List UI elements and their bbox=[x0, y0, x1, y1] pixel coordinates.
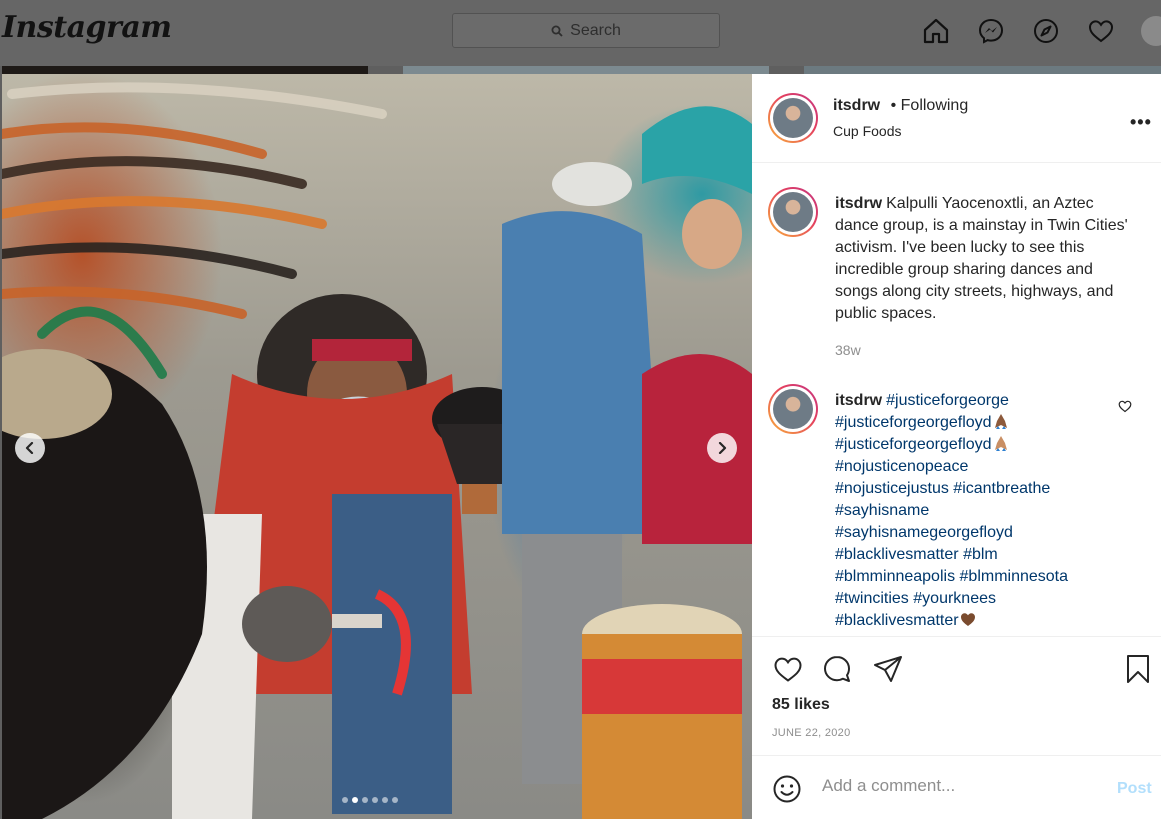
explore-icon[interactable] bbox=[1031, 16, 1061, 46]
carousel-dots bbox=[342, 797, 398, 803]
post-detail-panel: itsdrw • Following Cup Foods ••• itsdrw K… bbox=[752, 74, 1161, 819]
post-date[interactable]: JUNE 22, 2020 bbox=[772, 727, 851, 739]
profile-avatar[interactable] bbox=[1141, 16, 1161, 46]
carousel-dot bbox=[392, 797, 398, 803]
messenger-icon[interactable] bbox=[976, 16, 1006, 46]
caption-username[interactable]: itsdrw bbox=[835, 195, 882, 212]
hashtag[interactable]: #yourknees bbox=[913, 590, 996, 607]
top-nav-bar: Instagram Search bbox=[0, 0, 1161, 66]
hashtag[interactable]: #justiceforgeorge bbox=[886, 392, 1009, 409]
instagram-logo[interactable]: Instagram bbox=[2, 10, 172, 45]
author-username[interactable]: itsdrw bbox=[833, 97, 880, 114]
add-comment-bar: Post bbox=[752, 755, 1161, 819]
chevron-left-icon bbox=[25, 442, 34, 454]
caption-body: Kalpulli Yaocenoxtli, an Aztec dance gro… bbox=[835, 195, 1128, 322]
caption-time[interactable]: 38w bbox=[835, 342, 861, 358]
comment-avatar[interactable] bbox=[768, 384, 818, 434]
hashtag[interactable]: #blm bbox=[963, 546, 998, 563]
search-icon bbox=[551, 25, 563, 37]
folded-hands-emoji-icon bbox=[994, 414, 1007, 429]
hashtag[interactable]: #blacklivesmatter bbox=[835, 546, 959, 563]
more-options-button[interactable]: ••• bbox=[1130, 112, 1152, 133]
comment-input[interactable] bbox=[822, 776, 1102, 796]
save-bookmark-icon[interactable] bbox=[1122, 653, 1154, 685]
hashtag[interactable]: #nojusticejustus bbox=[835, 480, 949, 497]
photo-illustration bbox=[2, 82, 752, 819]
post-photo[interactable] bbox=[2, 74, 752, 819]
caption-text: itsdrw Kalpulli Yaocenoxtli, an Aztec dan… bbox=[835, 193, 1135, 325]
activity-heart-icon[interactable] bbox=[1086, 16, 1116, 46]
folded-hands-emoji-icon bbox=[994, 436, 1007, 451]
hashtag[interactable]: #blmminneapolis bbox=[835, 568, 955, 585]
hashtag[interactable]: #blmminnesota bbox=[960, 568, 1069, 585]
author-avatar[interactable] bbox=[768, 93, 818, 143]
post-location[interactable]: Cup Foods bbox=[833, 123, 901, 139]
like-heart-icon[interactable] bbox=[772, 653, 804, 685]
comment-username[interactable]: itsdrw bbox=[835, 392, 882, 409]
carousel-dot bbox=[362, 797, 368, 803]
hashtag[interactable]: #justiceforgeorgefloyd bbox=[835, 414, 992, 431]
hashtag[interactable]: #icantbreathe bbox=[953, 480, 1050, 497]
hashtag[interactable]: #justiceforgeorgefloyd bbox=[835, 436, 992, 453]
post-comment-button[interactable]: Post bbox=[1117, 780, 1152, 798]
header-separator: • bbox=[890, 97, 897, 114]
following-button[interactable]: Following bbox=[901, 97, 969, 114]
home-icon[interactable] bbox=[921, 16, 951, 46]
carousel-dot bbox=[342, 797, 348, 803]
brown-heart-emoji-icon bbox=[960, 613, 975, 626]
hashtag[interactable]: #blacklivesmatter bbox=[835, 612, 959, 629]
post-actions: 85 likes JUNE 22, 2020 bbox=[752, 636, 1161, 756]
hashtag[interactable]: #twincities bbox=[835, 590, 909, 607]
like-comment-heart-icon[interactable] bbox=[1118, 399, 1132, 418]
chevron-right-icon bbox=[718, 442, 727, 454]
next-post-strip-2 bbox=[804, 66, 1161, 74]
comment-bubble-icon[interactable] bbox=[821, 653, 853, 685]
likes-count[interactable]: 85 likes bbox=[772, 696, 830, 714]
carousel-dot bbox=[382, 797, 388, 803]
carousel-dot-active bbox=[352, 797, 358, 803]
share-send-icon[interactable] bbox=[872, 653, 904, 685]
post-header: itsdrw • Following Cup Foods ••• bbox=[752, 74, 1161, 163]
search-placeholder: Search bbox=[570, 21, 621, 39]
prev-post-strip bbox=[2, 66, 368, 74]
caption-avatar[interactable] bbox=[768, 187, 818, 237]
carousel-next-button[interactable] bbox=[707, 433, 737, 463]
hashtag[interactable]: #sayhisname bbox=[835, 502, 929, 519]
carousel-dot bbox=[372, 797, 378, 803]
hashtag-comment: itsdrw #justiceforgeorge #justiceforgeorg… bbox=[835, 390, 1135, 632]
emoji-smile-icon[interactable] bbox=[772, 774, 802, 809]
hashtag[interactable]: #sayhisnamegeorgefloyd bbox=[835, 524, 1013, 541]
carousel-prev-button[interactable] bbox=[15, 433, 45, 463]
next-post-strip bbox=[403, 66, 769, 74]
hashtag[interactable]: #nojusticenopeace bbox=[835, 458, 968, 475]
comments-section[interactable]: itsdrw Kalpulli Yaocenoxtli, an Aztec dan… bbox=[752, 164, 1161, 636]
search-box[interactable]: Search bbox=[452, 13, 720, 48]
